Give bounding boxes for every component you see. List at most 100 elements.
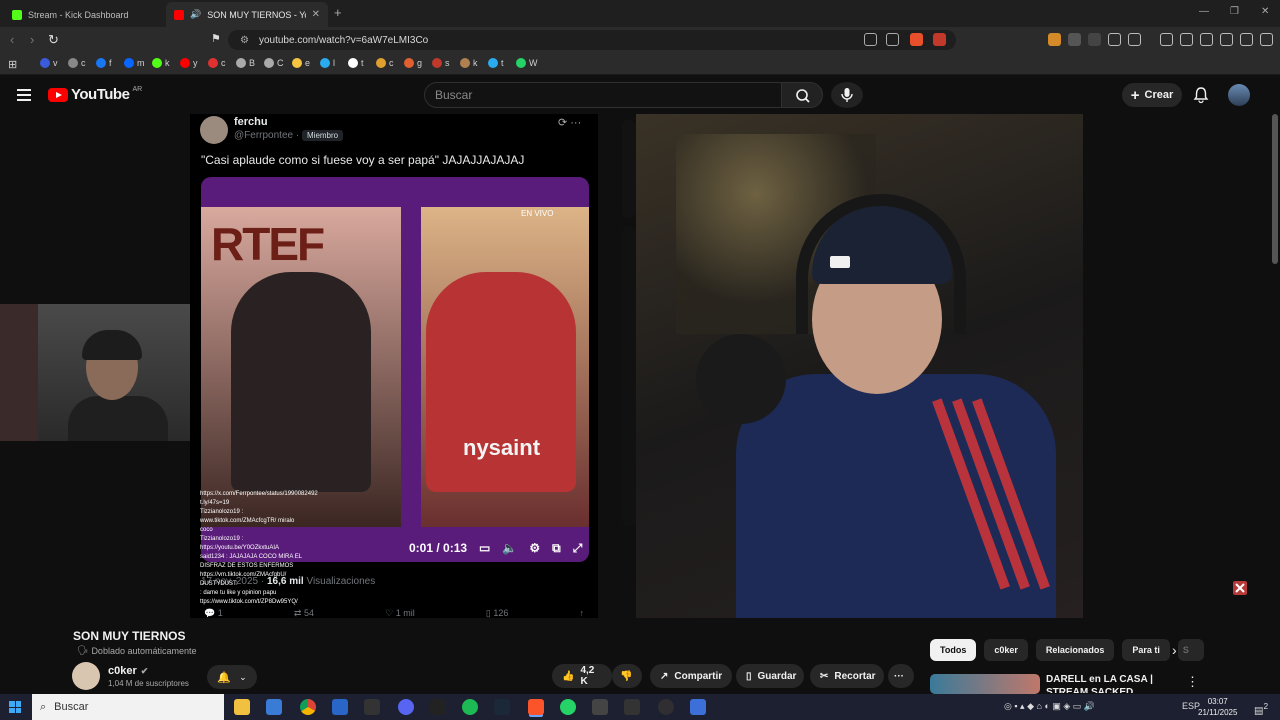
page-scrollbar[interactable] [1272,114,1278,618]
app-icon[interactable] [592,699,608,715]
reload-icon[interactable]: ↻ [48,32,59,48]
app-icon[interactable] [430,699,446,715]
store-icon[interactable] [266,699,282,715]
brave-browser-icon[interactable] [528,699,544,715]
minimize-icon[interactable]: — [1199,6,1209,17]
create-button[interactable]: + Crear [1122,83,1182,107]
youtube-logo[interactable]: YouTube AR [48,86,142,103]
obs-icon[interactable] [658,699,674,715]
clock[interactable]: 03:07 21/11/2025 [1198,696,1237,718]
menu-hamburger-icon[interactable] [17,89,31,101]
chip-channel[interactable]: c0ker [984,639,1028,661]
forward-icon[interactable]: › [30,32,34,47]
bookmark-item[interactable]: m [124,58,145,68]
wallet-icon[interactable] [1200,33,1213,46]
tab-close-icon[interactable]: ✕ [312,9,320,20]
bookmark-item[interactable]: v [40,58,58,68]
back-icon[interactable]: ‹ [10,32,14,47]
recommended-video-title[interactable]: DARELL en LA CASA | STREAM SACKED [1046,673,1186,693]
bookmark-item[interactable]: W [516,58,538,68]
voice-search-button[interactable] [831,82,863,108]
site-info-icon[interactable]: ⚙ [240,35,249,46]
search-button[interactable] [781,82,823,108]
fullscreen-icon[interactable]: ⤢ [573,541,583,556]
bookmark-item[interactable]: B [236,58,255,68]
leo-ai-icon[interactable] [1220,33,1233,46]
captions-icon[interactable]: ▭ [479,541,490,555]
app-icon[interactable] [624,699,640,715]
channel-avatar[interactable] [72,662,100,690]
subscription-bell-button[interactable]: 🔔 ⌄ [207,665,257,689]
steam-icon[interactable] [494,699,510,715]
clip-button[interactable]: ✂ Recortar [810,664,884,688]
pip-icon[interactable]: ⧉ [552,541,561,556]
like-button[interactable]: 👍 4,2 K [552,664,612,688]
channel-watermark-icon[interactable] [1232,580,1248,596]
chip-todos[interactable]: Todos [930,639,977,661]
bookmark-item[interactable]: t [348,58,364,68]
discord-icon[interactable] [398,699,414,715]
extension-icon[interactable] [1088,33,1101,46]
vpn-icon[interactable] [1240,33,1253,46]
windows-start-icon[interactable] [9,701,21,713]
close-window-icon[interactable]: ✕ [1261,6,1269,17]
puzzle-icon[interactable] [1108,33,1121,46]
bookmark-page-icon[interactable]: ⚑ [211,32,221,45]
apps-icon[interactable]: ⊞ [8,58,17,71]
bookmark-item[interactable]: c [376,58,394,68]
bookmark-item[interactable]: e [292,58,310,68]
cast-icon[interactable] [864,33,877,46]
chevron-right-icon[interactable]: › [1172,642,1177,658]
address-bar[interactable]: ⚙ youtube.com/watch?v=6aW7eLMI3Co [228,30,956,50]
more-vertical-icon[interactable]: ⋮ [1186,674,1199,690]
menu-icon[interactable] [1260,33,1273,46]
chip-related[interactable]: Relacionados [1035,639,1115,661]
bookmark-item[interactable]: g [404,58,422,68]
screenshot-icon[interactable] [1128,33,1141,46]
scrollbar-thumb[interactable] [1272,114,1278,264]
channel-name[interactable]: c0ker ✔ [108,665,148,677]
restore-icon[interactable]: ❐ [1230,6,1239,17]
bookmark-item[interactable]: k [152,58,170,68]
settings-gear-icon[interactable]: ⚙ [529,541,540,555]
file-explorer-icon[interactable] [234,699,250,715]
new-tab-button[interactable]: + [334,5,342,20]
bookmark-item[interactable]: C [264,58,284,68]
epic-games-icon[interactable] [364,699,380,715]
video-player[interactable]: ferchu @Ferrpontee · Miembro ⟳ ··· "Casi… [0,114,1280,618]
tray-icons[interactable]: ◎ ▪ ▴ ◆ ⌂ ◐ ▣ ◈ ▭ 🔊 [1004,701,1095,712]
share-icon[interactable] [886,33,899,46]
bookmark-item[interactable]: t [488,58,504,68]
tab-youtube-video[interactable]: 🔊 SON MUY TIERNOS - YouTu ✕ [166,2,328,27]
search-input[interactable]: Buscar [424,82,782,108]
notifications-button[interactable] [1192,86,1210,109]
more-actions-button[interactable]: ··· [888,664,914,688]
share-button[interactable]: ↗ Compartir [650,664,732,688]
app-icon[interactable] [332,699,348,715]
spotify-icon[interactable] [462,699,478,715]
chip-truncated[interactable]: S [1177,639,1204,661]
dislike-button[interactable]: 👎 [612,664,642,688]
sidebar-icon[interactable] [1180,33,1193,46]
brave-shield-icon[interactable] [910,33,923,46]
bookmark-item[interactable]: s [432,58,450,68]
bookmark-item[interactable]: l [320,58,335,68]
bookmark-item[interactable]: c [208,58,226,68]
extension-icon[interactable] [1068,33,1081,46]
calculator-icon[interactable] [690,699,706,715]
whatsapp-icon[interactable] [560,699,576,715]
bookmark-item[interactable]: c [68,58,86,68]
bookmark-item[interactable]: k [460,58,478,68]
notification-center-icon[interactable]: ▤2 [1254,701,1268,716]
chrome-icon[interactable] [300,699,316,715]
extension-icon[interactable] [1048,33,1061,46]
recommended-video-thumbnail[interactable] [930,674,1040,694]
volume-icon[interactable]: 🔈 [502,541,517,555]
music-icon[interactable] [1160,33,1173,46]
chip-for-you[interactable]: Para ti [1122,639,1170,661]
account-avatar[interactable] [1228,84,1250,106]
tab-kick-dashboard[interactable]: Stream - Kick Dashboard [4,2,162,27]
taskbar-search[interactable]: ⌕ Buscar [32,694,224,720]
bookmark-item[interactable]: f [96,58,112,68]
brave-rewards-icon[interactable] [933,33,946,46]
